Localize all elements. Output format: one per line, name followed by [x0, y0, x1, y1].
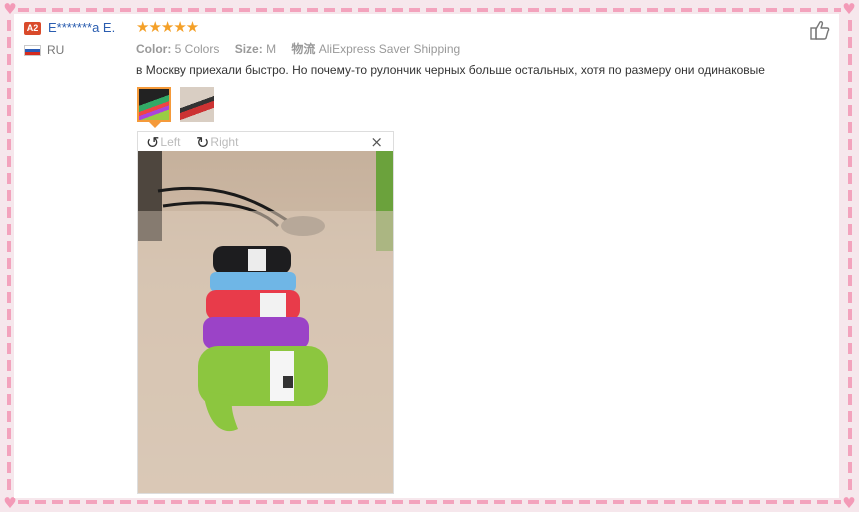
- photo-viewer: ↺Left ↻Right ×: [137, 131, 394, 494]
- review-photo: [138, 151, 393, 493]
- frame-border-bottom: [18, 500, 841, 504]
- review-photo-thumbnail-1[interactable]: [137, 87, 171, 122]
- size-value: M: [266, 42, 277, 56]
- order-info: Color: 5 Colors Size: M 物流 AliExpress Sa…: [136, 40, 460, 57]
- selected-thumbnail-caret: [149, 122, 161, 128]
- rotate-right-label: Right: [210, 135, 239, 149]
- thumbs-up-icon[interactable]: [809, 19, 831, 41]
- viewer-toolbar: ↺Left ↻Right ×: [138, 132, 393, 152]
- review-card: A2 E*******a E. RU ★★★★★ Color: 5 Colors…: [14, 14, 839, 498]
- size-label: Size:: [234, 42, 263, 56]
- star-rating: ★★★★★: [136, 18, 199, 36]
- review-text: в Москву приехали быстро. Но почему-то р…: [136, 63, 765, 77]
- flag-icon: [24, 45, 41, 56]
- review-photo-thumbnail-2[interactable]: [180, 87, 214, 122]
- rotate-left-button[interactable]: ↺Left: [146, 133, 180, 152]
- reviewer-country: RU: [47, 43, 65, 57]
- shipping-label: 物流: [291, 42, 316, 56]
- rotate-left-icon: ↺: [146, 133, 160, 152]
- color-label: Color:: [136, 42, 172, 56]
- review-photo-image: [138, 151, 393, 493]
- shipping-value: AliExpress Saver Shipping: [318, 42, 461, 56]
- close-icon[interactable]: ×: [370, 133, 383, 151]
- rotate-right-icon: ↻: [196, 133, 210, 152]
- heart-icon: ♥: [842, 0, 856, 18]
- rotate-right-button[interactable]: ↻Right: [196, 133, 238, 152]
- frame-border-right: [848, 20, 852, 492]
- frame-border-left: [7, 20, 11, 492]
- reviewer-name[interactable]: E*******a E.: [48, 20, 115, 35]
- heart-icon: ♥: [842, 494, 856, 512]
- color-value: 5 Colors: [174, 42, 220, 56]
- frame-border-top: [18, 8, 841, 12]
- rotate-left-label: Left: [160, 135, 181, 149]
- buyer-level-badge: A2: [24, 22, 41, 35]
